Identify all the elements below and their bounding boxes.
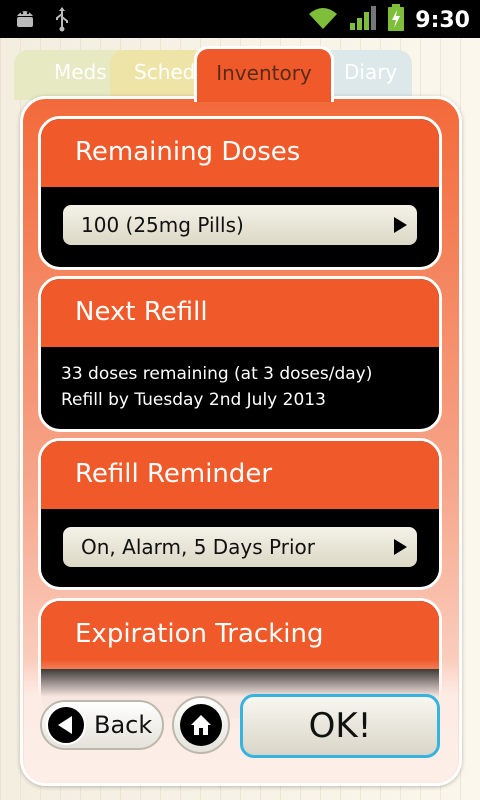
ok-label: OK! [308,706,372,746]
selector-value: On, Alarm, 5 Days Prior [81,535,315,559]
remaining-doses-selector[interactable]: 100 (25mg Pills) [63,205,417,245]
battery-charging-icon [387,4,405,36]
refill-reminder-selector[interactable]: On, Alarm, 5 Days Prior [63,527,417,567]
home-icon [180,704,222,746]
clock: 9:30 [415,7,470,33]
remaining-doses-card: Remaining Doses 100 (25mg Pills) [38,116,442,270]
card-title: Refill Reminder [41,441,439,509]
card-title: Next Refill [41,279,439,347]
back-arrow-icon [46,705,86,745]
android-debug-icon [14,6,36,36]
tab-label: Inventory [216,61,312,85]
refill-date: Refill by Tuesday 2nd July 2013 [61,390,326,410]
card-title: Remaining Doses [41,119,439,187]
tab-inventory[interactable]: Inventory [194,46,334,102]
ok-button[interactable]: OK! [240,694,440,758]
play-arrow-icon [394,217,407,233]
signal-icon [349,5,377,35]
tab-label: Meds [54,60,107,84]
wifi-icon [307,6,339,34]
status-bar: 9:30 [0,0,480,38]
play-arrow-icon [394,539,407,555]
card-title: Expiration Tracking [41,601,439,669]
back-label: Back [94,711,153,739]
usb-icon [54,6,70,36]
tab-label: Diary [344,60,398,84]
refill-reminder-card: Refill Reminder On, Alarm, 5 Days Prior [38,438,442,590]
refill-doses-remaining: 33 doses remaining (at 3 doses/day) [61,364,373,384]
next-refill-card: Next Refill 33 doses remaining (at 3 dos… [38,276,442,432]
back-button[interactable]: Back [40,700,164,750]
selector-value: 100 (25mg Pills) [81,213,244,237]
home-button[interactable] [172,696,230,754]
